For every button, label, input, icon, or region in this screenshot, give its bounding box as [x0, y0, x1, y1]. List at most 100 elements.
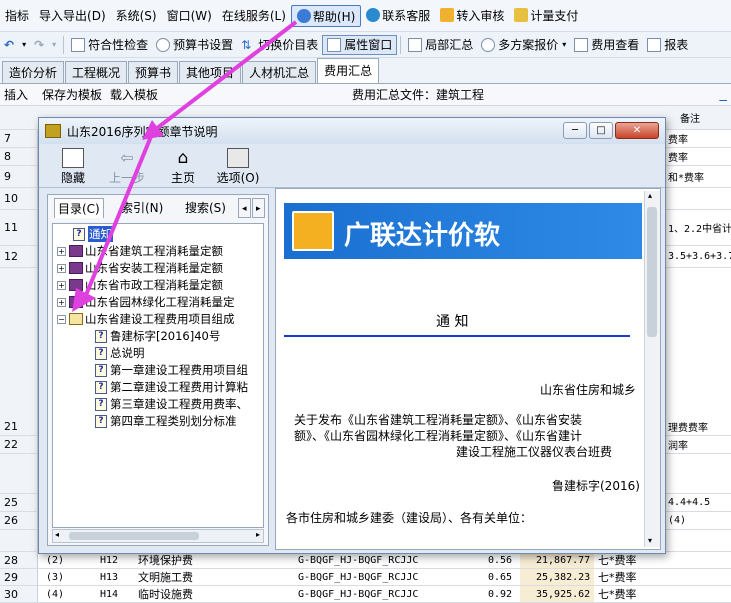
hide-button[interactable]: 隐藏: [51, 148, 95, 186]
menu-transfer-review[interactable]: 转入审核: [435, 5, 509, 27]
scroll-thumb[interactable]: [647, 207, 657, 337]
expand-icon[interactable]: +: [57, 263, 66, 273]
menu-contact-support[interactable]: 联系客服: [361, 5, 435, 27]
content-vertical-scrollbar[interactable]: ▴ ▾: [644, 191, 660, 547]
menu-help-label: 帮助(H): [312, 9, 356, 24]
load-template-button[interactable]: 载入模板: [106, 86, 162, 103]
partial-summary-button[interactable]: 局部汇总: [404, 35, 477, 55]
row-remark: 润率: [668, 441, 688, 452]
help-icon: [296, 8, 311, 23]
tab-index[interactable]: 索引(N): [118, 198, 166, 218]
tree-item-document-number[interactable]: ? 鲁建标字[2016]40号: [95, 328, 220, 344]
redo-dropdown-icon[interactable]: ▾: [48, 35, 60, 55]
expand-icon[interactable]: +: [57, 246, 66, 256]
insert-button[interactable]: 插入: [0, 86, 32, 103]
tree-horizontal-scrollbar[interactable]: ◂ ▸: [52, 529, 264, 543]
tab-budget[interactable]: 预算书: [128, 61, 179, 83]
multi-plan-quote-button[interactable]: 多方案报价 ▾: [477, 35, 570, 55]
undo-button[interactable]: ↶: [0, 35, 18, 55]
back-label: 上一步: [108, 171, 145, 185]
menu-system[interactable]: 系统(S): [111, 5, 162, 27]
budget-settings-button[interactable]: 预算书设置: [152, 35, 237, 55]
expand-icon[interactable]: +: [57, 280, 66, 290]
tree-item-chapter-2[interactable]: ? 第二章建设工程费用计算粘: [95, 379, 248, 395]
tree-item-building[interactable]: + 山东省建筑工程消耗量定额: [57, 243, 223, 259]
menu-window[interactable]: 窗口(W): [162, 5, 217, 27]
menu-index[interactable]: 指标: [0, 5, 34, 27]
row-number: 28: [0, 552, 38, 568]
close-button[interactable]: ✕: [615, 122, 659, 139]
tree-item-chapter-4[interactable]: ? 第四章工程类别划分标准: [95, 413, 237, 429]
book-icon: [69, 245, 83, 257]
menu-import-export[interactable]: 导入导出(D): [34, 5, 111, 27]
help-topic-icon: ?: [95, 397, 107, 411]
property-window-button[interactable]: 属性窗口: [322, 34, 398, 55]
help-dialog: 山东2016序列定额章节说明 ─ □ ✕ 隐藏 ⇦ 上一步 ⌂ 主页 选项(O)…: [38, 117, 666, 554]
table-row[interactable]: 29 (3) H13 文明施工费 G-BQGF_HJ-BQGF_RCJJC 0.…: [0, 569, 731, 586]
tab-search[interactable]: 搜索(S): [182, 198, 229, 218]
report-button[interactable]: 报表: [643, 35, 692, 55]
tree-item-label: 山东省建设工程费用项目组成: [85, 312, 235, 326]
document-addressee: 各市住房和城乡建委（建设局）、各有关单位：: [286, 511, 533, 525]
table-row[interactable]: 28 (2) H12 环境保护费 G-BQGF_HJ-BQGF_RCJJC 0.…: [0, 552, 731, 569]
minimize-button[interactable]: ─: [563, 122, 587, 139]
maximize-button[interactable]: □: [589, 122, 613, 139]
tree-item-fee-composition[interactable]: − 山东省建设工程费用项目组成: [57, 311, 235, 327]
document-title-line-3: 建设工程施工仪器仪表台班费: [456, 445, 613, 459]
tree-item-general[interactable]: ? 总说明: [95, 345, 145, 361]
menu-help[interactable]: 帮助(H): [290, 4, 362, 27]
view-fees-button[interactable]: 费用查看: [570, 35, 643, 55]
help-topic-icon: ?: [95, 414, 107, 428]
row-code: H13: [100, 571, 119, 583]
back-button[interactable]: ⇦ 上一步: [105, 148, 149, 186]
home-button[interactable]: ⌂ 主页: [161, 148, 205, 186]
redo-button[interactable]: ↷: [30, 35, 48, 55]
product-logo-icon: [292, 211, 334, 251]
tab-fee-summary[interactable]: 费用汇总: [317, 58, 380, 83]
tab-labor-material-summary[interactable]: 人材机汇总: [242, 61, 317, 83]
tree-item-installation[interactable]: + 山东省安装工程消耗量定额: [57, 260, 223, 276]
collapse-icon[interactable]: −: [57, 314, 66, 324]
window-icon: [327, 37, 342, 52]
tree-item-notice[interactable]: ? 通知: [73, 226, 113, 242]
row-remark: 费率: [668, 135, 688, 146]
tree-item-landscaping[interactable]: + 山东省园林绿化工程消耗量定: [57, 294, 235, 310]
menu-measure-payment[interactable]: 计量支付: [509, 5, 583, 27]
scroll-left-icon[interactable]: ◂: [55, 530, 59, 539]
expand-icon[interactable]: +: [57, 297, 66, 307]
options-label: 选项(O): [216, 171, 260, 185]
summary-icon: [408, 37, 423, 52]
more-link[interactable]: [715, 88, 731, 102]
row-name: 文明施工费: [138, 571, 193, 584]
tab-other-items[interactable]: 其他项目: [179, 61, 242, 83]
tab-scroll-left-icon[interactable]: ◂: [238, 198, 251, 218]
support-icon: [366, 7, 381, 22]
tab-contents[interactable]: 目录(C): [54, 198, 104, 218]
tree-item-chapter-1[interactable]: ? 第一章建设工程费用项目组: [95, 362, 248, 378]
scroll-down-icon[interactable]: ▾: [648, 536, 652, 545]
tab-cost-analysis[interactable]: 造价分析: [2, 61, 65, 83]
tab-scroll-right-icon[interactable]: ▸: [252, 198, 265, 218]
banner-text: 广联达计价软: [344, 221, 501, 251]
table-row[interactable]: 30 (4) H14 临时设施费 G-BQGF_HJ-BQGF_RCJJC 0.…: [0, 586, 731, 603]
book-icon: [69, 279, 83, 291]
tree-item-chapter-3[interactable]: ? 第三章建设工程费用费率、: [95, 396, 248, 412]
menu-online-service[interactable]: 在线服务(L): [217, 5, 291, 27]
save-as-template-button[interactable]: 保存为模板: [38, 86, 106, 103]
options-button[interactable]: 选项(O): [213, 148, 263, 186]
undo-dropdown-icon[interactable]: ▾: [18, 35, 30, 55]
switch-price-list-label: 切换价目表: [258, 37, 319, 52]
row-rate: 0.92: [488, 588, 513, 600]
scroll-thumb[interactable]: [69, 532, 199, 540]
switch-price-list-button[interactable]: ⇅ 切换价目表: [237, 35, 322, 55]
row-remark: 费率: [668, 153, 688, 164]
report-icon: [647, 37, 662, 52]
menu-bar: 指标 导入导出(D) 系统(S) 窗口(W) 在线服务(L) 帮助(H) 联系客…: [0, 0, 731, 32]
scroll-up-icon[interactable]: ▴: [648, 191, 652, 200]
compliance-check-button[interactable]: 符合性检查: [67, 35, 152, 55]
gear-icon: [156, 37, 171, 52]
tree-item-municipal[interactable]: + 山东省市政工程消耗量定额: [57, 277, 223, 293]
tab-project-overview[interactable]: 工程概况: [65, 61, 128, 83]
scroll-right-icon[interactable]: ▸: [256, 530, 260, 539]
document-reference: 鲁建标字(2016): [552, 479, 640, 493]
